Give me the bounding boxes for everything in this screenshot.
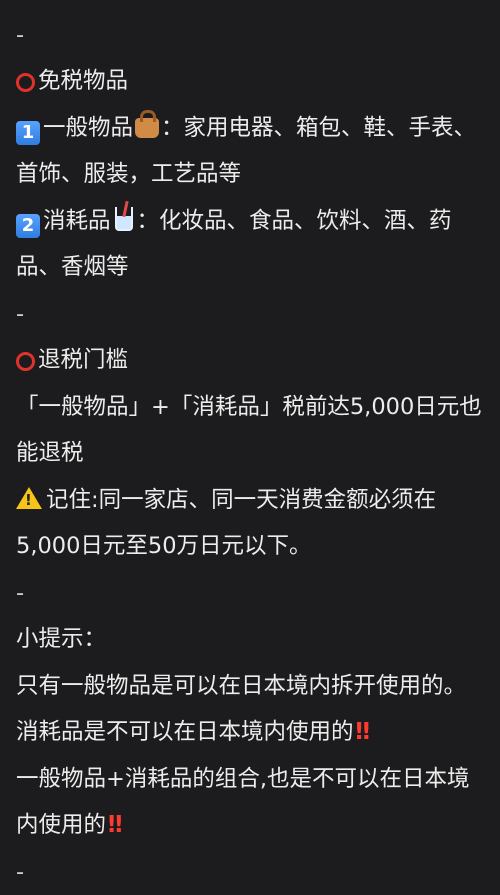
handbag-icon	[135, 118, 159, 138]
tip-paragraph-2: 一般物品+消耗品的组合,也是不可以在日本境内使用的‼	[16, 756, 486, 849]
hollow-red-circle-icon	[16, 73, 35, 92]
section-title-duty-free: 免税物品	[16, 58, 486, 105]
separator: -	[16, 570, 486, 617]
cup-with-straw-icon	[115, 207, 133, 231]
double-exclamation-icon: ‼	[356, 709, 367, 756]
double-exclamation-icon: ‼	[108, 802, 119, 849]
separator: -	[16, 0, 486, 12]
refund-threshold-text: 「一般物品」+「消耗品」税前达5,000日元也能退税	[16, 384, 486, 477]
item-general-goods: 1一般物品：家用电器、箱包、鞋、手表、首饰、服装，工艺品等	[16, 105, 486, 198]
separator: -	[16, 291, 486, 338]
tips-title: 小提示：	[16, 616, 486, 663]
keycap-two-icon: 2	[16, 214, 40, 238]
separator: -	[16, 12, 486, 59]
item-consumables: 2消耗品：化妆品、食品、饮料、酒、药品、香烟等	[16, 198, 486, 291]
section-title-refund-threshold: 退税门槛	[16, 337, 486, 384]
tip-paragraph-1: 只有一般物品是可以在日本境内拆开使用的。消耗品是不可以在日本境内使用的‼	[16, 663, 486, 756]
hollow-red-circle-icon	[16, 352, 35, 371]
warning-note: 记住:同一家店、同一天消费金额必须在5,000日元至50万日元以下。	[16, 477, 486, 570]
keycap-one-icon: 1	[16, 121, 40, 145]
note-page: - - 免税物品 1一般物品：家用电器、箱包、鞋、手表、首饰、服装，工艺品等 2…	[0, 0, 500, 895]
warning-icon	[16, 487, 42, 509]
separator: -	[16, 849, 486, 895]
